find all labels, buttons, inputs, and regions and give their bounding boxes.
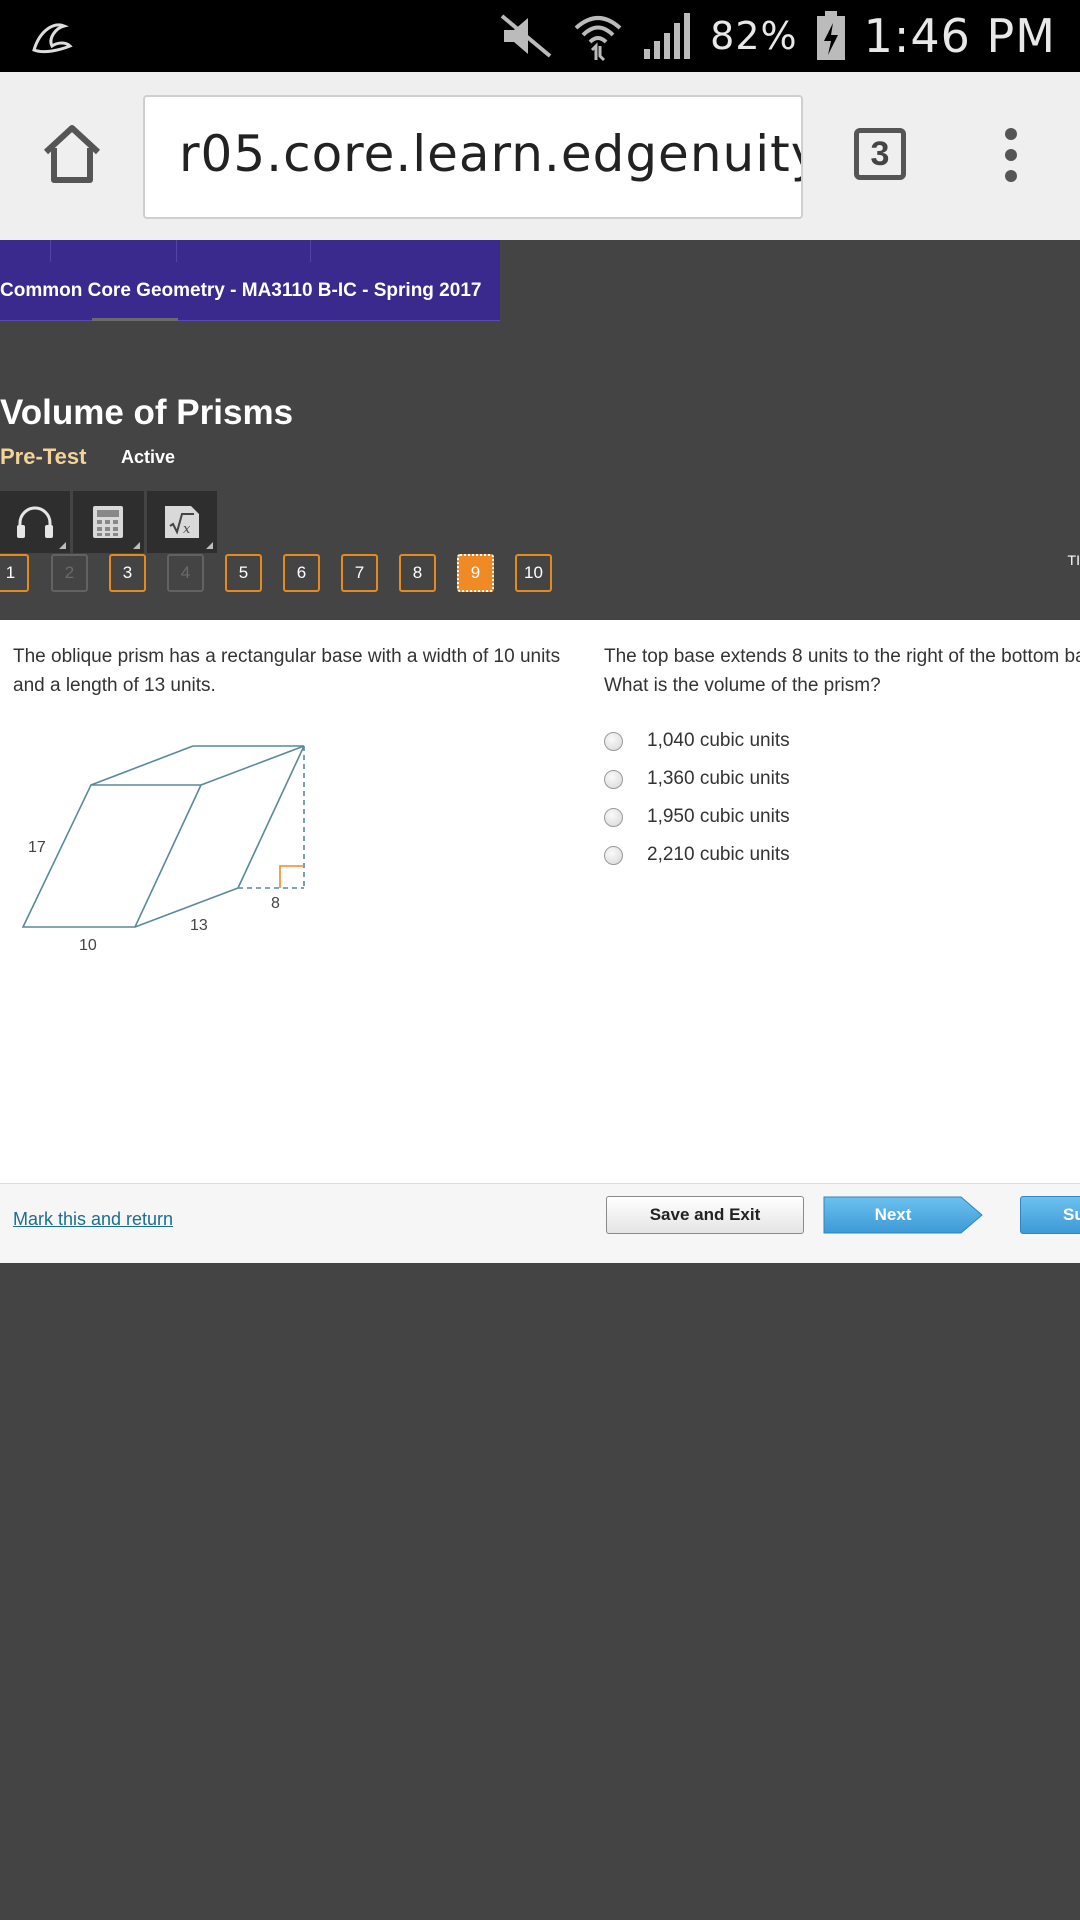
overflow-menu-icon[interactable] xyxy=(1000,128,1022,188)
formula-icon: x xyxy=(164,506,199,538)
mark-and-return-link[interactable]: Mark this and return xyxy=(13,1209,173,1230)
save-and-exit-button[interactable]: Save and Exit xyxy=(606,1196,804,1234)
next-label: Next xyxy=(874,1205,912,1224)
height-label: 17 xyxy=(28,839,46,856)
answer-option[interactable]: 1,040 cubic units xyxy=(604,722,790,760)
answer-radio[interactable] xyxy=(604,731,623,751)
tool-strip: x xyxy=(0,491,220,553)
submit-label: Submit xyxy=(1063,1205,1080,1224)
headphones-icon xyxy=(17,506,54,538)
battery-charging-icon xyxy=(816,11,845,60)
course-title[interactable]: Common Core Geometry - MA3110 B-IC - Spr… xyxy=(0,280,481,302)
answer-option-label: 1,040 cubic units xyxy=(647,730,790,751)
formula-tool-button[interactable]: x xyxy=(147,491,220,553)
answer-option[interactable]: 2,210 cubic units xyxy=(604,836,790,874)
audio-tool-button[interactable] xyxy=(0,491,74,553)
answer-radio[interactable] xyxy=(604,845,623,865)
question-stem-left: The oblique prism has a rectangular base… xyxy=(13,646,561,696)
question-nav-button: 2 xyxy=(51,554,88,592)
wifi-icon xyxy=(574,16,622,62)
question-nav-button[interactable]: 10 xyxy=(515,554,552,592)
answer-option[interactable]: 1,950 cubic units xyxy=(604,798,790,836)
activity-status: Active xyxy=(121,447,176,467)
question-nav-button[interactable]: 3 xyxy=(109,554,146,592)
question-panel: The oblique prism has a rectangular base… xyxy=(0,620,1080,1262)
next-button[interactable]: Next xyxy=(823,1196,983,1234)
answer-radio[interactable] xyxy=(604,807,623,827)
answer-option[interactable]: 1,360 cubic units xyxy=(604,760,790,798)
width-label: 10 xyxy=(79,937,97,954)
answer-radio[interactable] xyxy=(604,769,623,789)
question-nav-button[interactable]: 9 xyxy=(457,554,494,592)
question-nav-button[interactable]: 5 xyxy=(225,554,262,592)
length-label: 13 xyxy=(190,917,208,934)
question-nav-button: 4 xyxy=(167,554,204,592)
question-nav-button[interactable]: 6 xyxy=(283,554,320,592)
lesson-title: Volume of Prisms xyxy=(0,393,294,432)
url-text: r05.core.learn.edgenuity.com xyxy=(179,125,801,183)
signal-icon xyxy=(644,13,691,59)
timer-label: TI xyxy=(1067,552,1080,568)
mute-icon xyxy=(500,14,552,58)
offset-label: 8 xyxy=(271,895,280,912)
question-nav-button[interactable]: 8 xyxy=(399,554,436,592)
home-icon[interactable] xyxy=(40,122,104,186)
clock: 1:46 PM xyxy=(863,9,1056,63)
answer-option-label: 2,210 cubic units xyxy=(647,844,790,865)
svg-text:x: x xyxy=(183,522,191,537)
activity-type: Pre-Test xyxy=(0,444,87,469)
night-mode-icon xyxy=(32,23,73,54)
url-bar[interactable]: r05.core.learn.edgenuity.com xyxy=(143,95,803,219)
course-tab-indicator xyxy=(92,318,178,321)
calculator-icon xyxy=(93,506,124,538)
question-footer: Mark this and return Save and Exit Next … xyxy=(0,1183,1080,1263)
submit-button[interactable]: Submit xyxy=(1020,1196,1080,1234)
browser-toolbar: r05.core.learn.edgenuity.com 3 xyxy=(0,72,1080,240)
answer-options: 1,040 cubic units 1,360 cubic units 1,950 … xyxy=(604,722,790,874)
calculator-tool-button[interactable] xyxy=(73,491,147,553)
status-bar: 82% 1:46 PM xyxy=(0,0,1080,72)
question-stem-right-text: The top base extends 8 units to the righ… xyxy=(604,646,1080,696)
tabs-button[interactable]: 3 xyxy=(854,128,906,180)
question-nav-button[interactable]: 1 xyxy=(0,554,29,592)
oblique-prism-figure: 17 10 13 8 xyxy=(21,745,305,954)
question-stem-right: The top base extends 8 units to the righ… xyxy=(604,642,1080,700)
battery-percent: 82% xyxy=(710,14,798,58)
question-nav-button[interactable]: 7 xyxy=(341,554,378,592)
answer-option-label: 1,360 cubic units xyxy=(647,768,790,789)
answer-option-label: 1,950 cubic units xyxy=(647,806,790,827)
course-banner: Common Core Geometry - MA3110 B-IC - Spr… xyxy=(0,240,500,321)
